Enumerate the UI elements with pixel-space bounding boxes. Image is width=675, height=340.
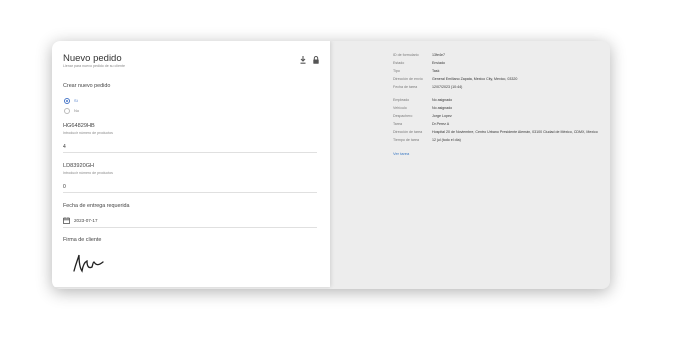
product-hint-1: Introducir número de productos bbox=[63, 131, 113, 135]
detail-value: 13fe4e7 bbox=[432, 53, 445, 57]
detail-key: Fecha de tarea bbox=[393, 85, 418, 89]
product-code-1: HG64829HB bbox=[63, 123, 95, 129]
detail-value: Enviado bbox=[432, 61, 445, 65]
section-label: Crear nuevo pedido bbox=[63, 83, 111, 89]
radio-no[interactable] bbox=[64, 108, 70, 114]
detail-key: Tarea bbox=[393, 122, 402, 126]
app-window: Nuevo pedido Llenar para nuevo pedido de… bbox=[52, 41, 610, 289]
detail-value: General Emiliano Zapata, Mexico City, Me… bbox=[432, 77, 518, 81]
date-label: Fecha de entrega requerida bbox=[63, 203, 130, 209]
detail-value: No asignado bbox=[432, 106, 453, 110]
input-underline bbox=[63, 152, 317, 153]
calendar-icon[interactable] bbox=[63, 217, 70, 224]
form-title: Nuevo pedido bbox=[63, 53, 122, 64]
view-task-link[interactable]: Ver tarea bbox=[393, 151, 409, 156]
detail-key: Empleado bbox=[393, 98, 410, 102]
download-icon[interactable] bbox=[298, 55, 308, 65]
detail-value: Task bbox=[432, 69, 440, 73]
signature-image bbox=[73, 254, 104, 273]
detail-key: Despachero bbox=[393, 114, 413, 118]
new-order-form: Nuevo pedido Llenar para nuevo pedido de… bbox=[52, 41, 330, 287]
radio-no-label: No bbox=[74, 108, 80, 113]
detail-key: Tiempo de tarea bbox=[393, 138, 420, 142]
detail-key: Estado bbox=[393, 61, 405, 65]
quantity-input-2[interactable]: 0 bbox=[63, 184, 66, 190]
radio-yes[interactable] bbox=[64, 98, 70, 104]
lock-icon[interactable] bbox=[311, 55, 321, 65]
detail-value: 12 jul (todo el día) bbox=[432, 138, 461, 142]
input-underline bbox=[63, 227, 317, 228]
form-subtitle: Llenar para nuevo pedido de su cliente bbox=[63, 64, 125, 68]
detail-value: Hospital 20 de Noviembre, Centro Urbano … bbox=[432, 130, 598, 134]
input-underline bbox=[63, 192, 317, 193]
radio-yes-label: Sí bbox=[74, 98, 78, 103]
detail-key: ID de formulario bbox=[393, 53, 419, 57]
detail-key: Dirección de tarea bbox=[393, 130, 423, 134]
detail-value: Jorge Lopez bbox=[432, 114, 452, 118]
product-hint-2: Introducir número de productos bbox=[63, 171, 113, 175]
date-input[interactable]: 2023-07-17 bbox=[74, 218, 98, 223]
quantity-input-1[interactable]: 4 bbox=[63, 144, 66, 150]
signature-label: Firma de cliente bbox=[63, 237, 102, 243]
detail-value: No asignado bbox=[432, 98, 453, 102]
detail-key: Vehículo bbox=[393, 106, 407, 110]
product-code-2: LD83920GH bbox=[63, 163, 95, 169]
detail-key: Tipo bbox=[393, 69, 400, 73]
detail-value: Dr.Perez A bbox=[432, 122, 450, 126]
detail-key: Dirección de envío bbox=[393, 77, 423, 81]
detail-value: 12/07/2023 (10:44) bbox=[432, 85, 463, 89]
